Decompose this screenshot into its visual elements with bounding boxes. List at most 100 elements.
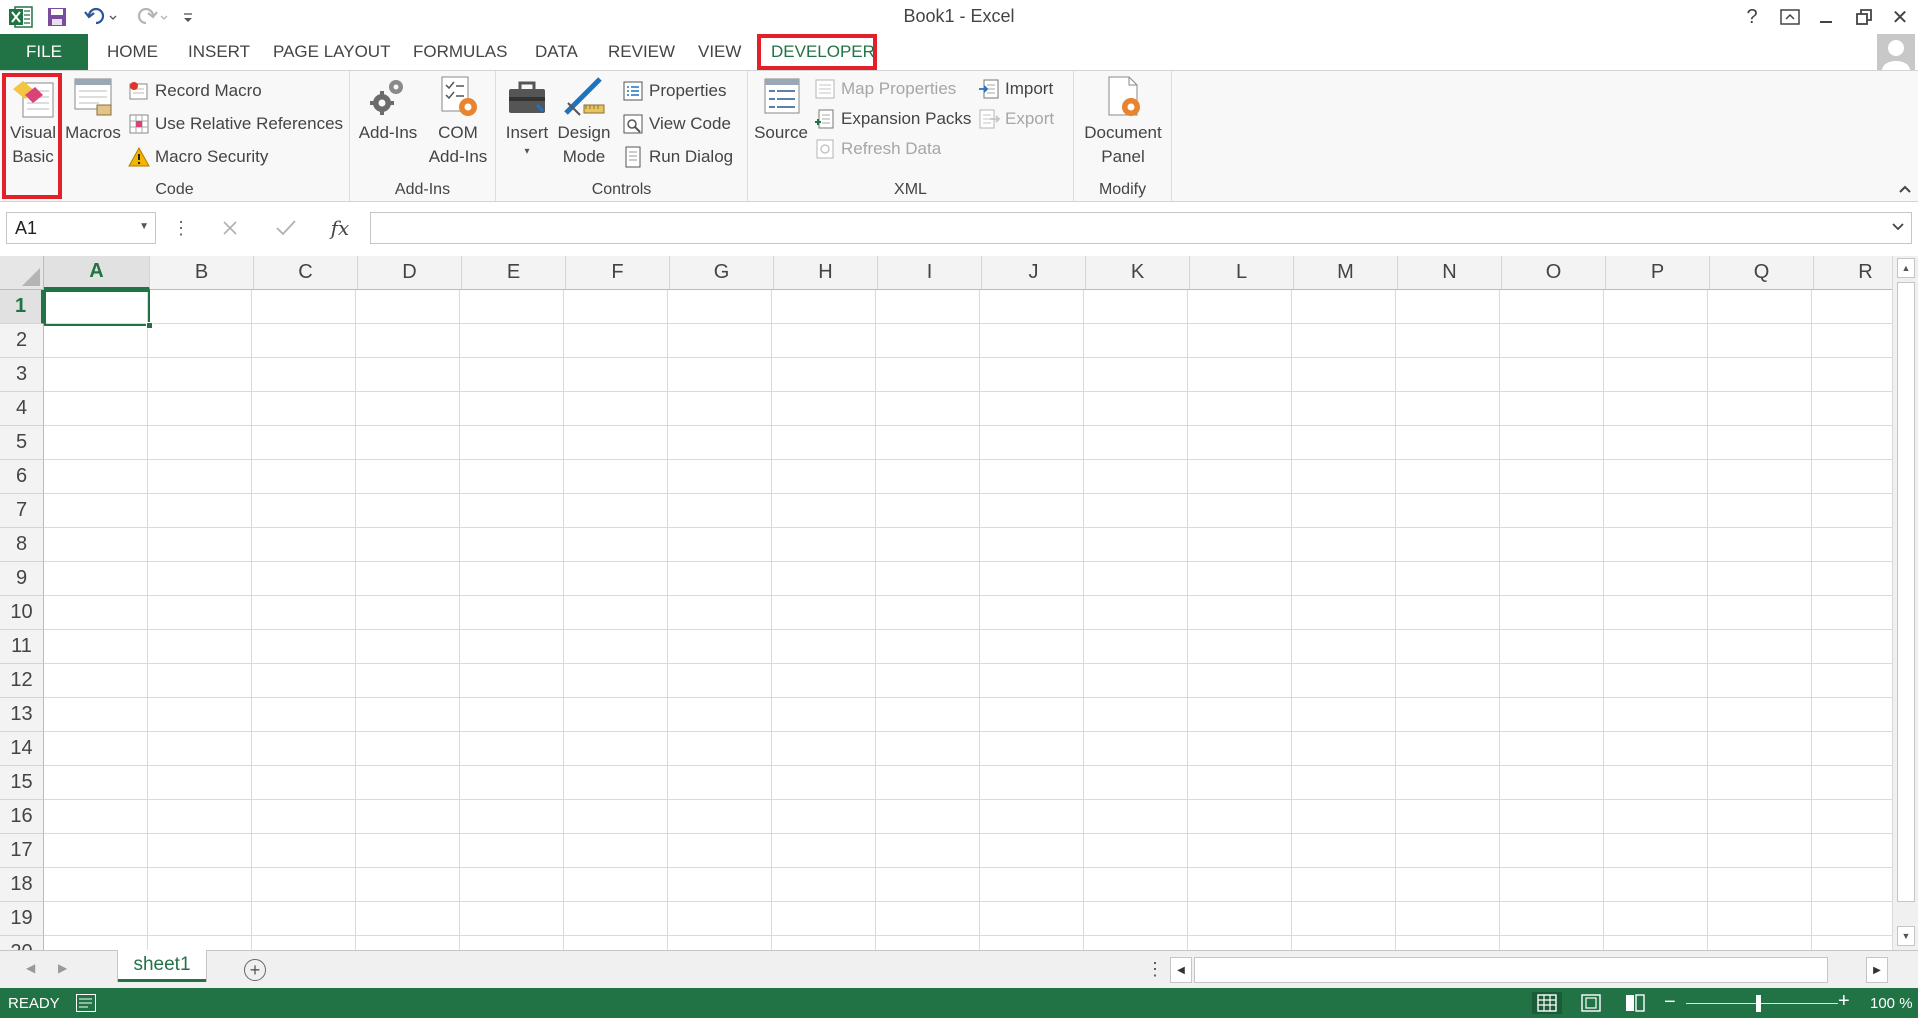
- record-macro-button[interactable]: Record Macro: [128, 77, 262, 105]
- design-mode-button[interactable]: Design Mode: [554, 75, 614, 169]
- next-sheet-icon[interactable]: ▶: [58, 961, 67, 975]
- row-header-12[interactable]: 12: [0, 664, 44, 698]
- horizontal-scroll-thumb[interactable]: [1194, 957, 1828, 983]
- column-header-h[interactable]: H: [774, 256, 878, 290]
- row-header-9[interactable]: 9: [0, 562, 44, 596]
- vertical-scrollbar[interactable]: ▲ ▼: [1892, 256, 1918, 950]
- tab-page-layout[interactable]: PAGE LAYOUT: [273, 34, 390, 70]
- column-header-e[interactable]: E: [462, 256, 566, 290]
- refresh-data-button[interactable]: Refresh Data: [814, 135, 941, 163]
- tab-file[interactable]: FILE: [0, 34, 88, 70]
- map-properties-button[interactable]: Map Properties: [814, 75, 956, 103]
- fill-handle[interactable]: [146, 322, 153, 329]
- row-header-10[interactable]: 10: [0, 596, 44, 630]
- undo-icon[interactable]: [82, 4, 120, 30]
- user-avatar[interactable]: [1877, 34, 1915, 70]
- expand-formula-bar-icon[interactable]: [1891, 219, 1905, 235]
- column-header-p[interactable]: P: [1606, 256, 1710, 290]
- insert-controls-button[interactable]: Insert ▾: [500, 75, 554, 159]
- source-button[interactable]: Source: [752, 75, 810, 145]
- active-cell[interactable]: [44, 290, 150, 326]
- zoom-slider-thumb[interactable]: [1756, 995, 1761, 1012]
- column-header-j[interactable]: J: [982, 256, 1086, 290]
- help-button[interactable]: ?: [1734, 2, 1770, 32]
- tab-data[interactable]: DATA: [535, 34, 578, 70]
- close-button[interactable]: ✕: [1882, 2, 1918, 32]
- tab-review[interactable]: REVIEW: [608, 34, 675, 70]
- column-header-n[interactable]: N: [1398, 256, 1502, 290]
- row-header-15[interactable]: 15: [0, 766, 44, 800]
- enter-check-icon[interactable]: [268, 212, 304, 244]
- row-header-1[interactable]: 1: [0, 290, 44, 324]
- cell-area[interactable]: [44, 290, 1892, 950]
- row-header-19[interactable]: 19: [0, 902, 44, 936]
- name-box[interactable]: A1 ▼: [6, 212, 156, 244]
- row-header-20[interactable]: 20: [0, 936, 44, 950]
- run-dialog-button[interactable]: Run Dialog: [622, 143, 733, 171]
- page-layout-view-icon[interactable]: [1576, 992, 1606, 1014]
- zoom-level[interactable]: 100 %: [1870, 995, 1913, 1012]
- zoom-in-icon[interactable]: +: [1838, 990, 1850, 1013]
- scroll-down-icon[interactable]: ▼: [1897, 926, 1915, 946]
- tab-formulas[interactable]: FORMULAS: [413, 34, 507, 70]
- column-header-r[interactable]: R: [1814, 256, 1892, 290]
- scroll-up-icon[interactable]: ▲: [1897, 258, 1915, 278]
- com-add-ins-button[interactable]: COM Add-Ins: [424, 75, 492, 169]
- row-header-4[interactable]: 4: [0, 392, 44, 426]
- properties-button[interactable]: Properties: [622, 77, 726, 105]
- tab-developer[interactable]: DEVELOPER: [757, 34, 877, 70]
- row-header-13[interactable]: 13: [0, 698, 44, 732]
- column-header-f[interactable]: F: [566, 256, 670, 290]
- row-header-3[interactable]: 3: [0, 358, 44, 392]
- select-all-corner[interactable]: [0, 256, 44, 290]
- column-header-o[interactable]: O: [1502, 256, 1606, 290]
- zoom-slider[interactable]: [1686, 1003, 1838, 1004]
- document-panel-button[interactable]: Document Panel: [1076, 75, 1170, 169]
- import-button[interactable]: Import: [978, 75, 1053, 103]
- column-header-q[interactable]: Q: [1710, 256, 1814, 290]
- add-ins-button[interactable]: Add-Ins: [354, 75, 422, 145]
- previous-sheet-icon[interactable]: ◀: [26, 961, 35, 975]
- name-box-dropdown-icon[interactable]: ▼: [139, 221, 149, 232]
- macro-recording-icon[interactable]: [76, 994, 96, 1012]
- column-header-l[interactable]: L: [1190, 256, 1294, 290]
- insert-function-button[interactable]: fx: [322, 212, 358, 244]
- column-header-i[interactable]: I: [878, 256, 982, 290]
- cancel-icon[interactable]: [212, 212, 248, 244]
- sheet-tab[interactable]: sheet1: [118, 950, 206, 982]
- use-relative-references-button[interactable]: Use Relative References: [128, 110, 343, 138]
- customize-qat-icon[interactable]: [180, 4, 196, 30]
- redo-icon[interactable]: [130, 4, 170, 30]
- scroll-right-icon[interactable]: ▶: [1866, 957, 1888, 983]
- formula-bar-options-icon[interactable]: ⋮: [164, 212, 198, 244]
- column-header-m[interactable]: M: [1294, 256, 1398, 290]
- macro-security-button[interactable]: Macro Security: [128, 143, 268, 171]
- normal-view-icon[interactable]: [1532, 992, 1562, 1014]
- tab-splitter-icon[interactable]: ⋮: [1146, 959, 1164, 980]
- ribbon-display-options-icon[interactable]: [1772, 2, 1808, 32]
- row-header-7[interactable]: 7: [0, 494, 44, 528]
- zoom-out-icon[interactable]: −: [1664, 991, 1676, 1014]
- row-header-8[interactable]: 8: [0, 528, 44, 562]
- tab-home[interactable]: HOME: [107, 34, 158, 70]
- row-header-16[interactable]: 16: [0, 800, 44, 834]
- row-header-14[interactable]: 14: [0, 732, 44, 766]
- view-code-button[interactable]: View Code: [622, 110, 731, 138]
- collapse-ribbon-icon[interactable]: [1898, 181, 1912, 197]
- column-header-c[interactable]: C: [254, 256, 358, 290]
- row-header-5[interactable]: 5: [0, 426, 44, 460]
- row-header-6[interactable]: 6: [0, 460, 44, 494]
- column-header-d[interactable]: D: [358, 256, 462, 290]
- page-break-preview-icon[interactable]: [1620, 992, 1650, 1014]
- new-sheet-button[interactable]: +: [244, 959, 266, 981]
- tab-view[interactable]: VIEW: [698, 34, 741, 70]
- export-button[interactable]: Export: [978, 105, 1054, 133]
- restore-icon[interactable]: [1846, 2, 1882, 32]
- macros-button[interactable]: Macros: [64, 75, 122, 145]
- column-header-b[interactable]: B: [150, 256, 254, 290]
- formula-input[interactable]: [370, 212, 1912, 244]
- vertical-scroll-thumb[interactable]: [1897, 282, 1915, 902]
- row-header-18[interactable]: 18: [0, 868, 44, 902]
- tab-insert[interactable]: INSERT: [188, 34, 250, 70]
- row-header-2[interactable]: 2: [0, 324, 44, 358]
